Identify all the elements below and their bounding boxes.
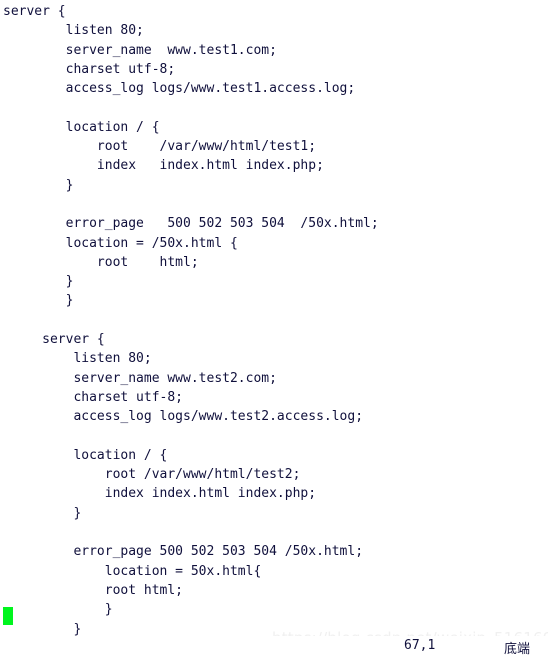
code-line: }	[3, 602, 113, 618]
code-line: location / {	[3, 447, 168, 463]
scroll-position-indicator: 底端	[504, 642, 531, 657]
code-line: }	[3, 177, 74, 193]
code-line: }	[3, 505, 82, 521]
cursor-position-indicator: 67,1	[404, 638, 436, 653]
code-line: }	[3, 274, 74, 290]
code-line: error_page 500 502 503 504 /50x.html;	[3, 216, 379, 232]
code-line: access_log logs/www.test2.access.log;	[3, 409, 364, 425]
code-line: charset utf-8;	[3, 389, 184, 405]
code-line: charset utf-8;	[3, 61, 176, 77]
code-line: server_name www.test1.com;	[3, 42, 277, 58]
block-cursor	[3, 607, 13, 625]
code-line: root /var/www/html/test2;	[3, 467, 301, 483]
code-line: location = /50x.html {	[3, 235, 238, 251]
code-line: root html;	[3, 254, 199, 270]
code-line: error_page 500 502 503 504 /50x.html;	[3, 544, 364, 560]
code-line: access_log logs/www.test1.access.log;	[3, 81, 356, 97]
status-bar: 67,1 底端	[0, 636, 548, 660]
code-line: root html;	[3, 582, 184, 598]
code-line: server {	[3, 332, 105, 348]
code-line: server {	[3, 4, 66, 19]
code-line: server_name www.test2.com;	[3, 370, 277, 386]
code-line: listen 80;	[3, 351, 152, 367]
editor-pane[interactable]: server { listen 80; server_name www.test…	[0, 0, 548, 656]
code-line: index index.html index.php;	[3, 486, 317, 502]
code-line: location / {	[3, 119, 160, 135]
code-line: }	[3, 293, 74, 309]
code-line: listen 80;	[3, 23, 144, 39]
code-line: location = 50x.html{	[3, 563, 262, 579]
code-line: index index.html index.php;	[3, 158, 324, 174]
code-line: root /var/www/html/test1;	[3, 139, 317, 155]
code-text-area[interactable]: server { listen 80; server_name www.test…	[3, 2, 548, 658]
